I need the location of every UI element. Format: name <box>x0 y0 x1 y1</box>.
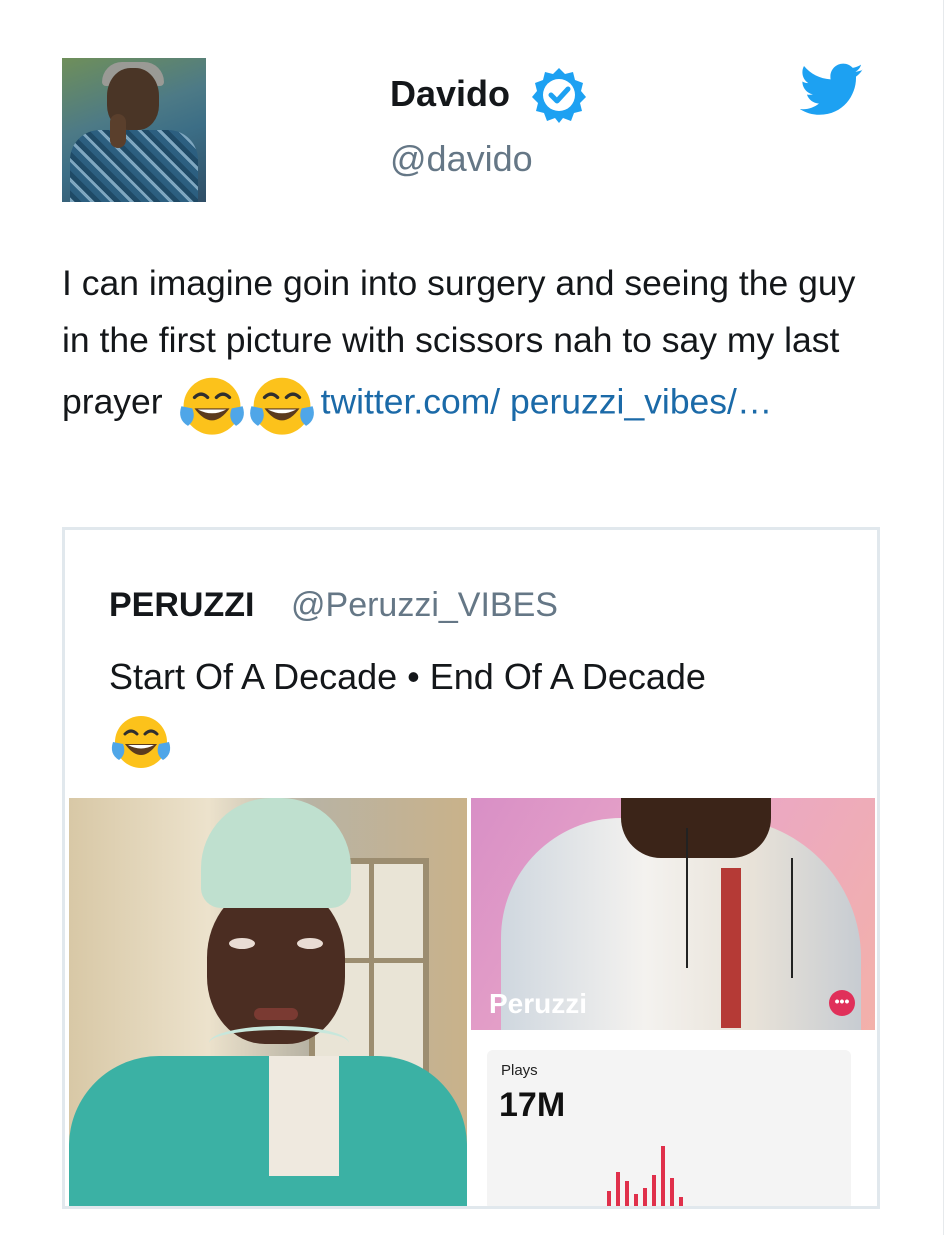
verified-badge-icon <box>532 68 586 123</box>
plays-stat-card: Plays 17M <box>487 1050 851 1206</box>
plays-bar-graphic <box>607 1140 727 1206</box>
quoted-author-handle[interactable]: @Peruzzi_VIBES <box>291 586 558 625</box>
avatar[interactable] <box>62 58 206 202</box>
quoted-photo-stats-panel: Plays 17M <box>471 1034 875 1206</box>
quoted-photo-artist-profile[interactable]: Peruzzi ••• <box>471 798 875 1030</box>
plays-bar <box>625 1181 629 1206</box>
plays-bar <box>643 1188 647 1206</box>
emoji-group <box>177 369 317 439</box>
tweet-link[interactable]: twitter.com/ peruzzi_vibes/… <box>321 381 773 421</box>
more-options-icon: ••• <box>829 990 855 1016</box>
artist-label: Peruzzi <box>489 988 588 1019</box>
plays-bar <box>670 1178 674 1206</box>
plays-label: Plays <box>501 1062 538 1079</box>
twitter-bird-icon[interactable] <box>800 62 864 118</box>
face-with-tears-of-joy-icon <box>179 377 244 435</box>
face-with-tears-of-joy-icon <box>111 716 171 768</box>
plays-bar <box>616 1172 620 1206</box>
quoted-photo-surgeon[interactable] <box>69 798 467 1206</box>
tweet-text: I can imagine goin into surgery and seei… <box>62 255 862 439</box>
quoted-tweet-text: Start Of A Decade • End Of A Decade <box>109 656 706 697</box>
plays-bar <box>634 1194 638 1206</box>
plays-bar <box>652 1175 656 1206</box>
plays-bar <box>679 1197 683 1206</box>
plays-value: 17M <box>499 1086 566 1124</box>
author-name[interactable]: Davido <box>390 72 510 116</box>
plays-bar <box>661 1146 665 1206</box>
quoted-author-name[interactable]: PERUZZI <box>109 586 254 625</box>
page-edge-divider <box>943 0 944 1235</box>
author-handle[interactable]: @davido <box>390 138 533 180</box>
quoted-tweet-card[interactable]: PERUZZI @Peruzzi_VIBES Start Of A Decade… <box>62 527 880 1209</box>
plays-bar <box>607 1191 611 1206</box>
face-with-tears-of-joy-icon <box>249 377 314 435</box>
